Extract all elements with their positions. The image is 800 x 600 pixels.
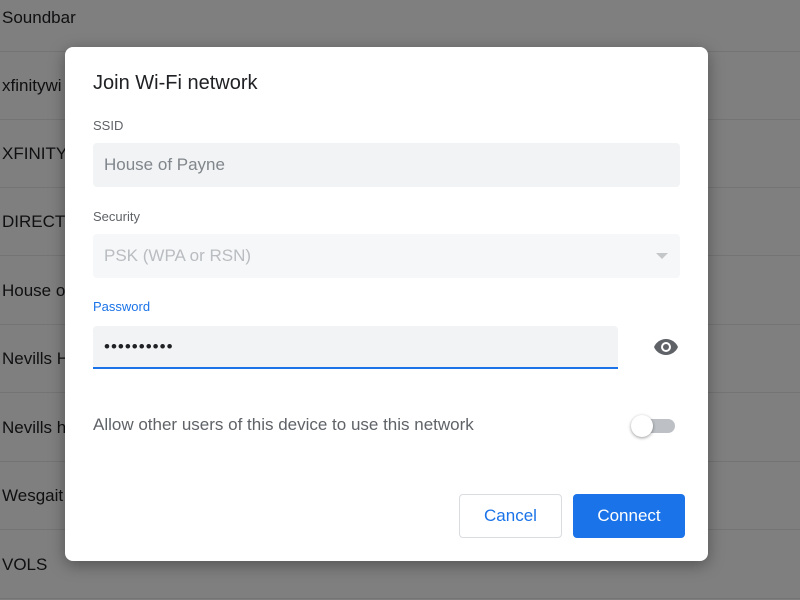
eye-icon — [654, 339, 678, 355]
share-network-label: Allow other users of this device to use … — [93, 415, 474, 434]
security-label: Security — [93, 209, 140, 224]
dialog-title: Join Wi-Fi network — [93, 72, 258, 94]
join-wifi-dialog: Join Wi-Fi network SSID House of Payne S… — [65, 47, 708, 561]
password-label: Password — [93, 299, 151, 314]
security-select[interactable]: PSK (WPA or RSN) — [93, 234, 680, 278]
chevron-down-icon — [656, 253, 668, 259]
cancel-button[interactable]: Cancel — [459, 494, 562, 538]
show-password-button[interactable] — [651, 335, 681, 359]
toggle-knob — [631, 415, 653, 437]
ssid-label: SSID — [93, 118, 124, 133]
connect-button[interactable]: Connect — [573, 494, 685, 538]
ssid-field[interactable]: House of Payne — [93, 143, 680, 187]
share-network-toggle[interactable] — [631, 415, 677, 437]
password-field[interactable]: •••••••••• — [93, 326, 618, 369]
security-value: PSK (WPA or RSN) — [104, 246, 252, 265]
